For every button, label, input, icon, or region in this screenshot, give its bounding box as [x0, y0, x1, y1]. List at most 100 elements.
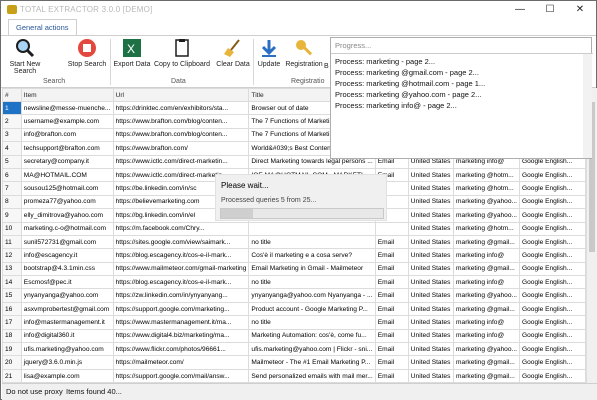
table-cell[interactable]: marketing @yahoo... [453, 208, 520, 223]
table-cell[interactable]: marketing @hotm... [453, 167, 520, 183]
table-cell[interactable]: Email [374, 342, 409, 357]
table-cell[interactable]: marketing.c-o@hotmail.com [20, 221, 114, 236]
table-cell[interactable]: no title [248, 275, 376, 290]
table-cell[interactable]: secretary@company.it [20, 154, 114, 169]
table-cell[interactable]: Email [374, 301, 409, 317]
table-cell[interactable]: info@brafton.com [20, 127, 114, 143]
table-cell[interactable]: marketing info@ [453, 248, 520, 263]
row-number-cell[interactable]: 18 [2, 328, 22, 344]
row-number-cell[interactable]: 4 [2, 141, 22, 156]
table-cell[interactable]: Product account - Google Marketing P... [248, 301, 376, 317]
table-cell[interactable]: marketing @gmail... [453, 234, 520, 250]
table-cell[interactable]: jquery@3.6.0.min.js [20, 355, 114, 370]
table-cell[interactable]: https://support.google.com/marketing... [112, 301, 250, 317]
table-cell[interactable]: Email [374, 275, 409, 290]
table-row[interactable]: 13 bootstrap@4.3.1min.css https://www.mail… [2, 261, 586, 277]
minimize-icon[interactable]: — [506, 1, 534, 19]
column-header[interactable]: # [2, 88, 22, 102]
table-cell[interactable]: asxvmprobertest@gmail.com [20, 301, 114, 317]
table-cell[interactable]: Send personalized emails with mail mer..… [248, 368, 376, 383]
table-cell[interactable]: Google English... [518, 234, 586, 250]
table-cell[interactable]: Google English... [518, 342, 586, 357]
table-cell[interactable]: marketing @gmail... [453, 261, 520, 277]
table-cell[interactable]: United States [407, 342, 455, 357]
row-number-cell[interactable]: 14 [2, 275, 22, 290]
progress-scrollbar[interactable] [583, 54, 592, 158]
table-cell[interactable]: https://blog.escagency.it/cos-e-il-mark.… [112, 275, 250, 290]
row-number-cell[interactable]: 6 [2, 167, 22, 183]
table-cell[interactable]: Email [374, 248, 409, 263]
table-cell[interactable]: Mailmeteor - The #1 Email Marketing P... [248, 355, 376, 370]
table-cell[interactable]: https://www.digital4.biz/marketing/ma... [112, 328, 250, 344]
table-cell[interactable]: marketing @hotm... [453, 221, 520, 236]
table-row[interactable]: 15 ynyanyanga@yahoo.com https://zw.linkedi… [2, 288, 586, 303]
table-cell[interactable]: Google English... [518, 328, 586, 344]
row-number-cell[interactable]: 8 [2, 194, 22, 210]
row-number-cell[interactable]: 13 [2, 261, 22, 277]
table-cell[interactable]: Google English... [518, 288, 586, 303]
row-number-cell[interactable]: 15 [2, 288, 22, 303]
table-cell[interactable]: marketing info@ [453, 275, 520, 290]
table-cell[interactable]: no title [248, 315, 376, 330]
table-cell[interactable]: info@digital360.it [20, 328, 114, 344]
table-row[interactable]: 19 ufis.marketing@yahoo.com https://www.fl… [2, 342, 586, 357]
table-row[interactable]: 18 info@digital360.it https://www.digital4… [2, 328, 586, 344]
table-cell[interactable]: Google English... [518, 355, 586, 370]
table-cell[interactable]: Email [374, 315, 409, 330]
table-cell[interactable]: https://sites.google.com/view/saimark... [112, 234, 250, 250]
row-number-cell[interactable]: 11 [2, 234, 22, 250]
table-row[interactable]: 10 marketing.c-o@hotmail.com https://m.fac… [2, 221, 586, 236]
table-cell[interactable]: United States [407, 167, 455, 183]
tab-general-actions[interactable]: General actions [8, 19, 77, 35]
table-cell[interactable]: sunil572731@gmail.com [20, 234, 114, 250]
row-number-cell[interactable]: 5 [2, 154, 22, 169]
table-cell[interactable]: https://www.mailmeteor.com/gmail-marketi… [112, 261, 250, 277]
table-cell[interactable]: https://www.mastermanagement.it/ma... [112, 315, 250, 330]
row-number-cell[interactable]: 20 [2, 355, 22, 370]
registration-button[interactable]: Registration [284, 38, 324, 78]
table-cell[interactable] [248, 221, 376, 236]
row-number-cell[interactable]: 2 [2, 114, 22, 129]
table-cell[interactable]: lisa@example.com [20, 368, 114, 383]
maximize-icon[interactable]: ☐ [536, 1, 564, 19]
table-cell[interactable]: elly_dimitrova@yahoo.com [20, 208, 114, 223]
table-cell[interactable]: United States [407, 301, 455, 317]
table-cell[interactable]: United States [407, 248, 455, 263]
table-cell[interactable]: Google English... [518, 194, 586, 210]
table-cell[interactable] [374, 221, 409, 236]
table-cell[interactable]: Google English... [518, 221, 586, 236]
table-cell[interactable]: United States [407, 288, 455, 303]
table-row[interactable]: 12 info@escagency.it https://blog.escagenc… [2, 248, 586, 263]
table-cell[interactable]: techsupport@brafton.com [20, 141, 114, 156]
table-row[interactable]: 21 lisa@example.com https://support.google… [2, 368, 586, 383]
table-cell[interactable]: marketing @gmail... [453, 355, 520, 370]
table-cell[interactable]: Email [374, 261, 409, 277]
copy-to-clipboard-button[interactable]: Copy to Clipboard [153, 38, 211, 78]
stop-search-button[interactable]: Stop Search [67, 38, 107, 78]
table-cell[interactable]: ufis.marketing@yahoo.com | Flickr - sni.… [248, 342, 376, 357]
table-cell[interactable]: https://www.flickr.com/photos/96661... [112, 342, 250, 357]
table-cell[interactable]: Google English... [518, 368, 586, 383]
table-cell[interactable]: Google English... [518, 248, 586, 263]
table-row[interactable]: 16 asxvmprobertest@gmail.com https://suppo… [2, 301, 586, 317]
table-cell[interactable]: United States [407, 194, 455, 210]
table-cell[interactable]: United States [407, 315, 455, 330]
table-cell[interactable]: MA@HOTMAIL.COM [20, 167, 114, 183]
table-cell[interactable]: Google English... [518, 261, 586, 277]
table-cell[interactable]: marketing info@ [453, 328, 520, 344]
table-cell[interactable]: username@example.com [20, 114, 114, 129]
close-icon[interactable]: ✕ [566, 1, 594, 19]
table-cell[interactable]: https://www.brafton.com/ [112, 141, 250, 156]
row-number-cell[interactable]: 9 [2, 208, 22, 223]
table-cell[interactable]: sousou125@hotmail.com [20, 181, 114, 196]
table-cell[interactable]: marketing @yahoo... [453, 194, 520, 210]
table-cell[interactable]: marketing @gmail... [453, 301, 520, 317]
table-row[interactable]: 14 Escmosf@pec.it https://blog.escagency.i… [2, 275, 586, 290]
table-cell[interactable]: United States [407, 181, 455, 196]
table-cell[interactable]: https://m.facebook.com/Chry... [112, 221, 250, 236]
table-cell[interactable]: https://zw.linkedin.com/in/ynyanyang... [112, 288, 250, 303]
table-cell[interactable]: ynyanyanga@yahoo.com Nyanyanga - ... [248, 288, 376, 303]
update-button[interactable]: Update [256, 38, 282, 78]
table-cell[interactable]: Escmosf@pec.it [20, 275, 114, 290]
table-cell[interactable]: United States [407, 368, 455, 383]
